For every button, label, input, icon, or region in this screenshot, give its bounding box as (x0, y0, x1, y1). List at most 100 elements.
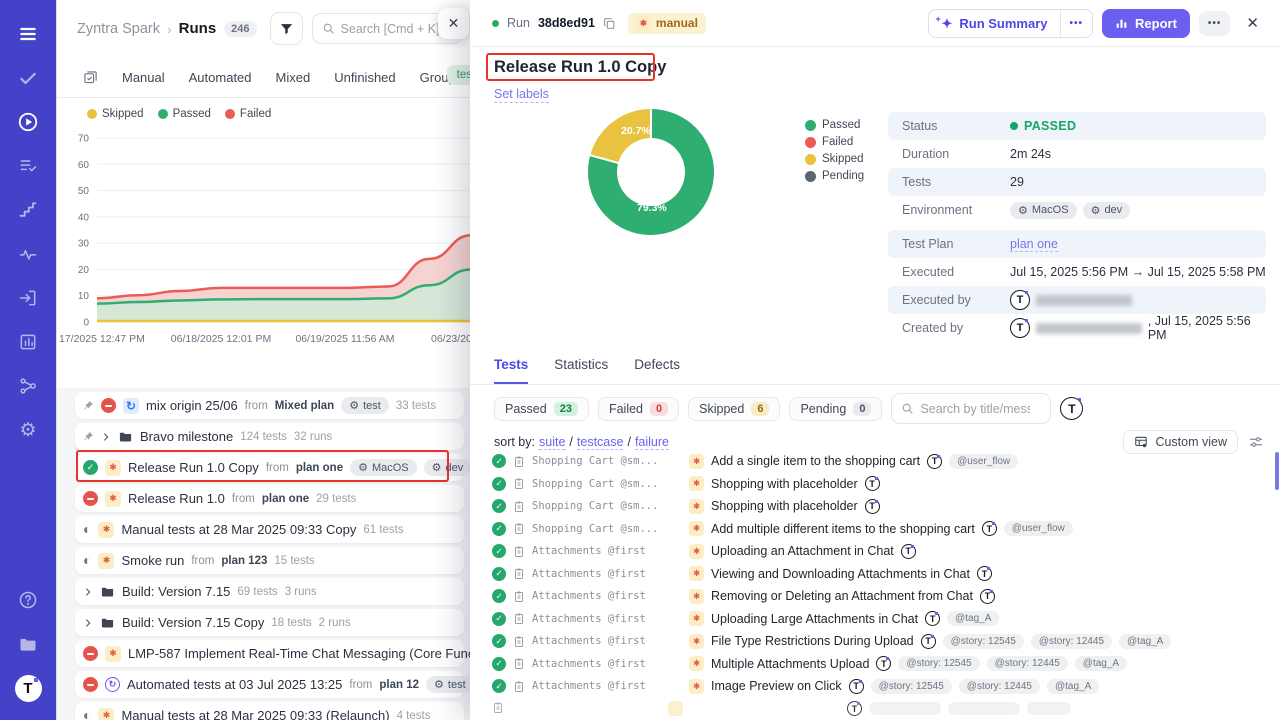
run-list-item[interactable]: ↻Automated tests at 03 Jul 2025 13:25fro… (75, 671, 464, 698)
tests-search-input[interactable] (920, 402, 1030, 416)
copy-icon[interactable] (603, 17, 616, 30)
run-list-item[interactable]: ◐✱Manual tests at 28 Mar 2025 09:33 Copy… (75, 516, 464, 543)
test-result-row[interactable]: ✓Shopping Cart @sm...✱Shopping with plac… (492, 475, 1272, 494)
filter-funnel-button[interactable] (270, 12, 303, 45)
manual-run-icon: ✱ (98, 522, 114, 538)
filter-chip-passed[interactable]: Passed23 (494, 397, 589, 421)
status-passed-icon: ✓ (492, 522, 506, 536)
manual-run-icon: ✱ (98, 708, 114, 720)
run-info-table: StatusPASSEDDuration2m 24sTests29Environ… (888, 112, 1266, 342)
pulse-icon[interactable] (6, 232, 50, 276)
svg-text:70: 70 (78, 134, 90, 145)
panel-close-button[interactable]: ✕ (438, 8, 469, 39)
test-suite-name: Attachments @first (532, 545, 682, 557)
sort-by-testcase[interactable]: testcase (577, 435, 624, 450)
import-icon[interactable] (6, 276, 50, 320)
test-plan-link[interactable]: plan one (1010, 237, 1058, 252)
run-title: LMP-587 Implement Real-Time Chat Messagi… (128, 646, 470, 661)
view-settings-sliders-icon[interactable] (1248, 434, 1264, 450)
test-cases-check-icon[interactable] (6, 56, 50, 100)
test-result-row[interactable]: ✓Attachments @first✱Viewing and Download… (492, 565, 1272, 584)
assignee-avatar-filter[interactable]: T (1060, 397, 1083, 420)
test-result-row[interactable]: ✓Attachments @first✱Removing or Deleting… (492, 587, 1272, 606)
filter-chip-count: 0 (853, 402, 871, 416)
test-result-row[interactable]: ✓Shopping Cart @sm...✱Shopping with plac… (492, 497, 1272, 516)
runs-tab-mixed[interactable]: Mixed (276, 70, 311, 85)
case-author-avatar: T (865, 499, 880, 514)
overflow-env-badge[interactable]: tes (447, 65, 470, 85)
run-list-item[interactable]: ✱LMP-587 Implement Real-Time Chat Messag… (75, 640, 464, 667)
tab-tests[interactable]: Tests (494, 357, 528, 384)
run-list-item[interactable]: ✓✱Release Run 1.0 Copyfromplan one⚙MacOS… (75, 454, 464, 481)
reports-icon[interactable] (6, 320, 50, 364)
user-avatar[interactable]: T (6, 666, 50, 710)
runs-search-input[interactable] (341, 22, 451, 36)
run-title: mix origin 25/06 (146, 398, 238, 413)
case-author-avatar: T (849, 679, 864, 694)
shared-steps-icon[interactable] (6, 144, 50, 188)
filter-chip-count: 6 (751, 402, 769, 416)
test-result-row[interactable]: ✓Shopping Cart @sm...✱Add a single item … (492, 452, 1272, 471)
test-result-row[interactable]: ✓Attachments @first✱File Type Restrictio… (492, 632, 1272, 651)
runs-play-icon[interactable] (6, 100, 50, 144)
run-list-item[interactable]: Build: Version 7.1569 tests3 runs (75, 578, 464, 605)
test-result-row[interactable]: ✓Attachments @first✱Uploading Large Atta… (492, 610, 1272, 629)
svg-text:20: 20 (78, 265, 90, 276)
info-label: Duration (888, 147, 1010, 161)
test-result-row[interactable]: ✓Shopping Cart @sm...✱Add multiple diffe… (492, 520, 1272, 539)
run-list-item[interactable]: ◐✱Manual tests at 28 Mar 2025 09:33 (Rel… (75, 702, 464, 720)
detail-close-button[interactable]: ✕ (1239, 10, 1266, 36)
more-actions-button[interactable]: ••• (1199, 11, 1231, 36)
test-result-row[interactable]: ✓Attachments @first✱Image Preview on Cli… (492, 677, 1272, 696)
tag-placeholder (1027, 702, 1071, 715)
clipboard-icon (513, 500, 525, 513)
filter-chip-pending[interactable]: Pending 0 (789, 397, 882, 421)
set-labels-link[interactable]: Set labels (494, 87, 549, 103)
environment-badge-label: dev (1104, 204, 1122, 216)
run-summary-more-button[interactable]: ••• (1061, 10, 1093, 37)
menu-icon[interactable] (6, 12, 50, 56)
integrations-branch-icon[interactable] (6, 364, 50, 408)
clipboard-icon (513, 590, 525, 603)
test-case-title: Add a single item to the shopping cart (711, 454, 920, 468)
run-list-item[interactable]: ✱Release Run 1.0fromplan one29 tests (75, 485, 464, 512)
settings-gear-icon[interactable]: ⚙ (6, 408, 50, 452)
runs-tab-manual[interactable]: Manual (122, 70, 165, 85)
run-title: Build: Version 7.15 Copy (122, 615, 264, 630)
filter-chip-label: Pending (800, 402, 846, 416)
test-case-title: Image Preview on Click (711, 679, 842, 693)
run-list-item[interactable]: Bravo milestone124 tests32 runs (75, 423, 464, 450)
info-value[interactable]: plan one (1010, 237, 1058, 252)
legend-item: Failed (225, 108, 271, 120)
test-result-row[interactable]: T (492, 700, 1272, 719)
report-button[interactable]: Report (1102, 9, 1190, 38)
test-result-row[interactable]: ✓Attachments @first✱Multiple Attachments… (492, 655, 1272, 674)
filter-chip-skipped[interactable]: Skipped6 (688, 397, 780, 421)
breadcrumb-section[interactable]: Runs (179, 20, 217, 37)
runs-tab-automated[interactable]: Automated (189, 70, 252, 85)
projects-folder-icon[interactable] (6, 622, 50, 666)
svg-text:06/19/2025 11:56 AM: 06/19/2025 11:56 AM (295, 333, 394, 345)
filter-chip-failed[interactable]: Failed0 (598, 397, 679, 421)
tag-badge: @story: 12545 (898, 656, 979, 671)
run-summary-button[interactable]: ✦+Run Summary ••• (928, 9, 1093, 38)
run-list-item[interactable]: ↻mix origin 25/06fromMixed plan⚙test33 t… (75, 392, 464, 419)
run-title: Manual tests at 28 Mar 2025 09:33 (Relau… (121, 708, 389, 720)
case-author-avatar: T (982, 521, 997, 536)
milestones-steps-icon[interactable] (6, 188, 50, 232)
tab-defects[interactable]: Defects (634, 357, 680, 384)
test-result-row[interactable]: ✓Attachments @first✱Uploading an Attachm… (492, 542, 1272, 561)
help-icon[interactable] (6, 578, 50, 622)
breadcrumb-project[interactable]: Zyntra Spark (77, 21, 160, 37)
run-list-item[interactable]: ◐✱Smoke runfromplan 12315 tests (75, 547, 464, 574)
run-list-item[interactable]: Build: Version 7.15 Copy18 tests2 runs (75, 609, 464, 636)
scrollbar-thumb[interactable] (1275, 452, 1279, 490)
tab-statistics[interactable]: Statistics (554, 357, 608, 384)
custom-view-button[interactable]: Custom view (1123, 430, 1238, 454)
sort-by-suite[interactable]: suite (539, 435, 565, 450)
runs-tab-unfinished[interactable]: Unfinished (334, 70, 395, 85)
bulk-select-icon[interactable] (83, 70, 98, 85)
svg-text:06/18/2025 12:01 PM: 06/18/2025 12:01 PM (171, 333, 271, 345)
run-title: Release Run 1.0 Copy (128, 460, 259, 475)
sort-by-failure[interactable]: failure (635, 435, 669, 450)
